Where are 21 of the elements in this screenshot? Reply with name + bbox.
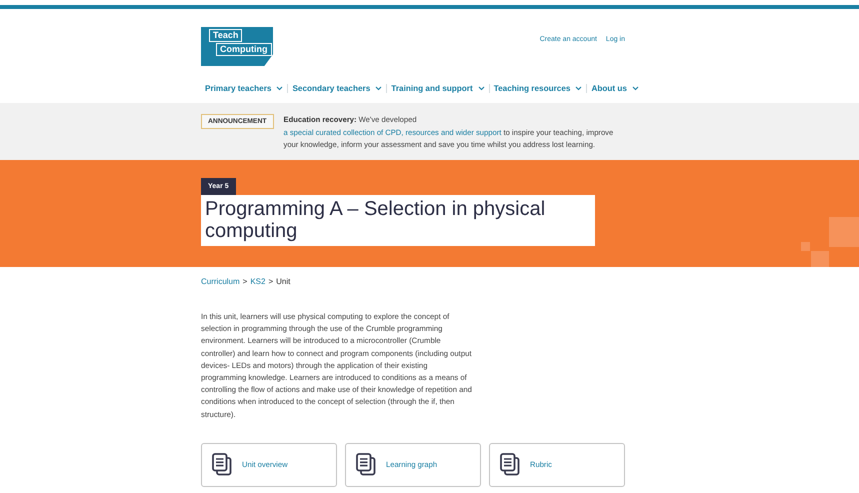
breadcrumb-separator: > <box>242 277 248 286</box>
nav-menu-item[interactable]: Training and support <box>391 84 485 92</box>
breadcrumb-link[interactable]: KS2 <box>250 277 266 286</box>
chevron-down-icon <box>375 86 382 90</box>
nav-menu-item[interactable]: Secondary teachers <box>292 84 382 92</box>
squares-drawing <box>801 217 859 267</box>
logo[interactable]: Teach Computing <box>201 27 273 66</box>
breadcrumb-current: Unit <box>276 277 290 286</box>
page-title: Programming A – Selection in physical computing <box>201 195 595 246</box>
breadcrumb-link[interactable]: Curriculum <box>201 277 240 286</box>
chevron-down-icon <box>632 86 639 90</box>
nav-menu-item[interactable]: About us <box>591 84 639 92</box>
documents-icon <box>212 453 232 476</box>
chevron-down-icon <box>478 86 485 90</box>
breadcrumb-separator: > <box>268 277 274 286</box>
chevron-down-icon <box>276 86 284 90</box>
documents-icon <box>356 453 376 476</box>
nav-menu-item[interactable]: Primary teachers <box>205 84 284 92</box>
chevron-down-icon <box>575 86 582 90</box>
documents-icon <box>500 453 520 476</box>
nav-menu-item[interactable]: Teaching resources <box>494 84 582 92</box>
